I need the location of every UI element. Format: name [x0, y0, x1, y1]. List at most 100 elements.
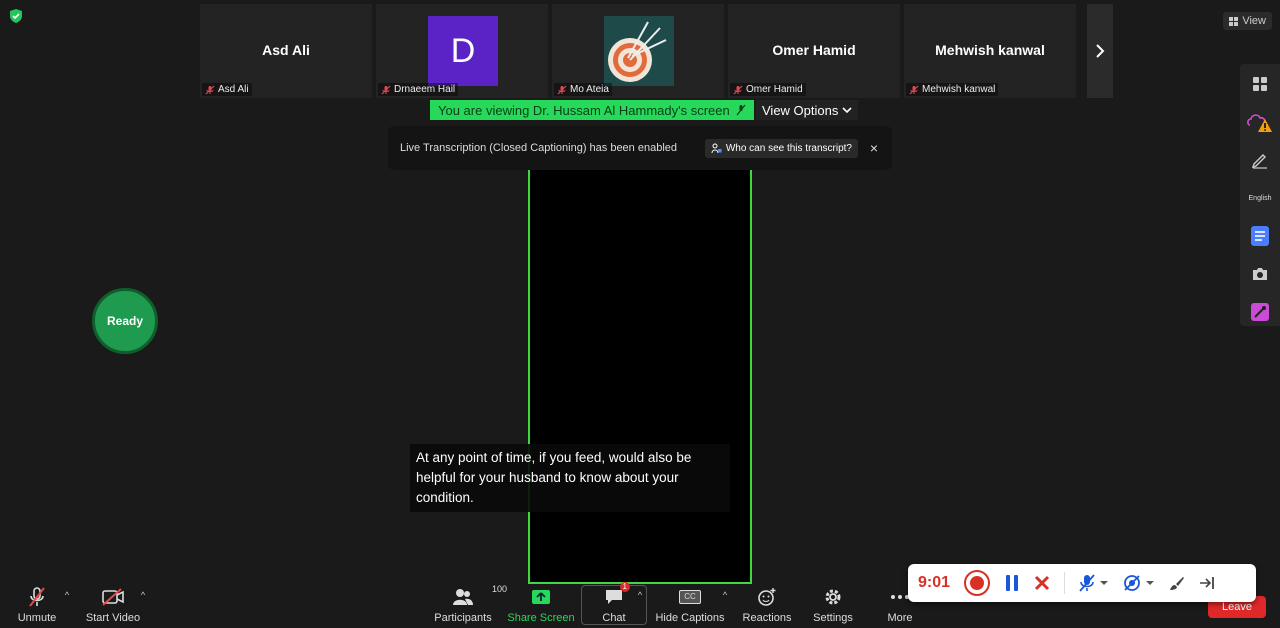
start-video-label: Start Video: [85, 612, 141, 624]
viewing-banner-text: You are viewing Dr. Hussam Al Hammady's …: [438, 102, 730, 118]
brush-icon: [1170, 577, 1185, 590]
document-icon: [1251, 226, 1269, 246]
camera-icon: [1253, 268, 1267, 280]
screenshot-button[interactable]: [1246, 260, 1274, 288]
participant-big-name: Omer Hamid: [772, 42, 856, 58]
muted-mic-icon: [29, 587, 45, 607]
shared-screen: [528, 170, 752, 584]
pause-button[interactable]: [1004, 574, 1020, 592]
participant-tile[interactable]: D Drnaeem Hail: [376, 4, 548, 98]
participants-button[interactable]: 100 Participants: [432, 584, 507, 628]
divider: [1064, 572, 1066, 594]
participant-name: Mo Ateia: [570, 84, 609, 95]
video-options-caret[interactable]: ^: [136, 584, 150, 628]
security-shield-icon[interactable]: [8, 8, 24, 24]
record-icon: [970, 576, 985, 590]
magic-wand-icon: [1251, 303, 1269, 321]
whiteboard-warning-button[interactable]: [1246, 108, 1274, 136]
view-label: View: [1242, 15, 1266, 27]
caret-up-icon: ^: [722, 590, 728, 600]
share-screen-button[interactable]: Share Screen: [506, 584, 576, 628]
caret-up-icon: ^: [637, 590, 643, 600]
who-can-see-transcript-button[interactable]: Who can see this transcript?: [704, 138, 858, 158]
mic-toggle-button[interactable]: [1079, 574, 1109, 592]
close-icon[interactable]: ×: [868, 140, 880, 156]
transcription-notice-text: Live Transcription (Closed Captioning) h…: [400, 142, 678, 154]
chat-label: Chat: [602, 612, 626, 624]
reactions-button[interactable]: Reactions: [740, 584, 794, 628]
view-options-button[interactable]: View Options: [756, 100, 859, 120]
muted-mic-icon: [733, 85, 743, 94]
recording-time: 9:01: [918, 574, 951, 591]
muted-mic-icon: [909, 85, 919, 94]
avatar: D: [428, 16, 498, 86]
camera-toggle-button[interactable]: [1123, 574, 1155, 592]
participant-label: Omer Hamid: [730, 83, 806, 96]
ready-button[interactable]: Ready: [92, 288, 158, 354]
transcription-notice: Live Transcription (Closed Captioning) h…: [388, 126, 892, 170]
audio-options-caret[interactable]: ^: [60, 584, 74, 628]
participant-label: Drnaeem Hail: [378, 83, 459, 96]
participant-big-name: Mehwish kanwal: [935, 42, 1045, 58]
captions-options-caret[interactable]: ^: [718, 584, 732, 628]
muted-mic-icon: [381, 85, 391, 94]
muted-mic-icon: [1079, 574, 1095, 592]
settings-button[interactable]: Settings: [810, 584, 856, 628]
participant-tile[interactable]: Mo Ateia: [552, 4, 724, 98]
participant-label: Mo Ateia: [554, 83, 612, 96]
participant-tile[interactable]: Omer Hamid Omer Hamid: [728, 4, 900, 98]
person-lock-icon: [711, 143, 722, 153]
share-screen-label: Share Screen: [507, 612, 575, 624]
arrow-right-bar-icon: [1200, 577, 1214, 589]
smiley-add-icon: [758, 588, 776, 606]
chat-options-caret[interactable]: ^: [634, 584, 646, 628]
participant-name: Mehwish kanwal: [922, 84, 996, 95]
video-off-icon: [102, 588, 124, 606]
muted-mic-icon: [557, 85, 567, 94]
collapse-bar-button[interactable]: [1199, 576, 1215, 590]
participant-name: Omer Hamid: [746, 84, 803, 95]
unmute-label: Unmute: [17, 612, 57, 624]
apps-grid-icon: [1253, 77, 1267, 91]
draw-button[interactable]: [1169, 575, 1185, 591]
annotate-button[interactable]: [1246, 146, 1274, 174]
start-video-button[interactable]: Start Video: [82, 584, 144, 628]
record-button[interactable]: [964, 570, 991, 596]
language-button[interactable]: English: [1246, 184, 1274, 212]
participant-label: Asd Ali: [202, 83, 252, 96]
unmute-button[interactable]: Unmute: [14, 584, 60, 628]
caret-up-icon: ^: [64, 590, 70, 600]
grid-icon: [1229, 16, 1239, 26]
camera-off-icon: [1124, 575, 1140, 591]
strip-next-button[interactable]: [1087, 4, 1113, 98]
magic-tool-button[interactable]: [1246, 298, 1274, 326]
muted-mic-icon: [736, 104, 746, 116]
view-options-label: View Options: [762, 102, 839, 118]
caret-down-icon: [1100, 581, 1109, 585]
pause-icon: [1006, 575, 1019, 591]
share-screen-icon: [532, 590, 550, 604]
participant-tile[interactable]: Asd Ali Asd Ali: [200, 4, 372, 98]
target-icon: [604, 16, 674, 86]
chevron-right-icon: [1096, 44, 1105, 58]
participant-name: Drnaeem Hail: [394, 84, 456, 95]
recording-bar: 9:01: [908, 564, 1256, 602]
apps-grid-button[interactable]: [1246, 70, 1274, 98]
muted-mic-icon: [205, 85, 215, 94]
participant-strip: Asd Ali Asd Ali D Drnaeem Hail Mo Ateia …: [200, 4, 1076, 98]
pencil-icon: [1251, 154, 1267, 169]
caret-up-icon: ^: [140, 590, 146, 600]
participants-count: 100: [492, 584, 508, 594]
cancel-recording-button[interactable]: [1034, 575, 1050, 591]
side-toolbar: English: [1240, 64, 1280, 326]
participant-name: Asd Ali: [218, 84, 249, 95]
more-label: More: [887, 612, 913, 624]
who-can-see-transcript-label: Who can see this transcript?: [725, 142, 852, 154]
participant-tile[interactable]: Mehwish kanwal Mehwish kanwal: [904, 4, 1076, 98]
cloud-warning-icon: [1247, 114, 1272, 132]
hide-captions-button[interactable]: CC Hide Captions: [654, 584, 726, 628]
settings-label: Settings: [813, 612, 853, 624]
view-button[interactable]: View: [1223, 12, 1272, 30]
notes-button[interactable]: [1246, 222, 1274, 250]
reactions-label: Reactions: [742, 612, 792, 624]
